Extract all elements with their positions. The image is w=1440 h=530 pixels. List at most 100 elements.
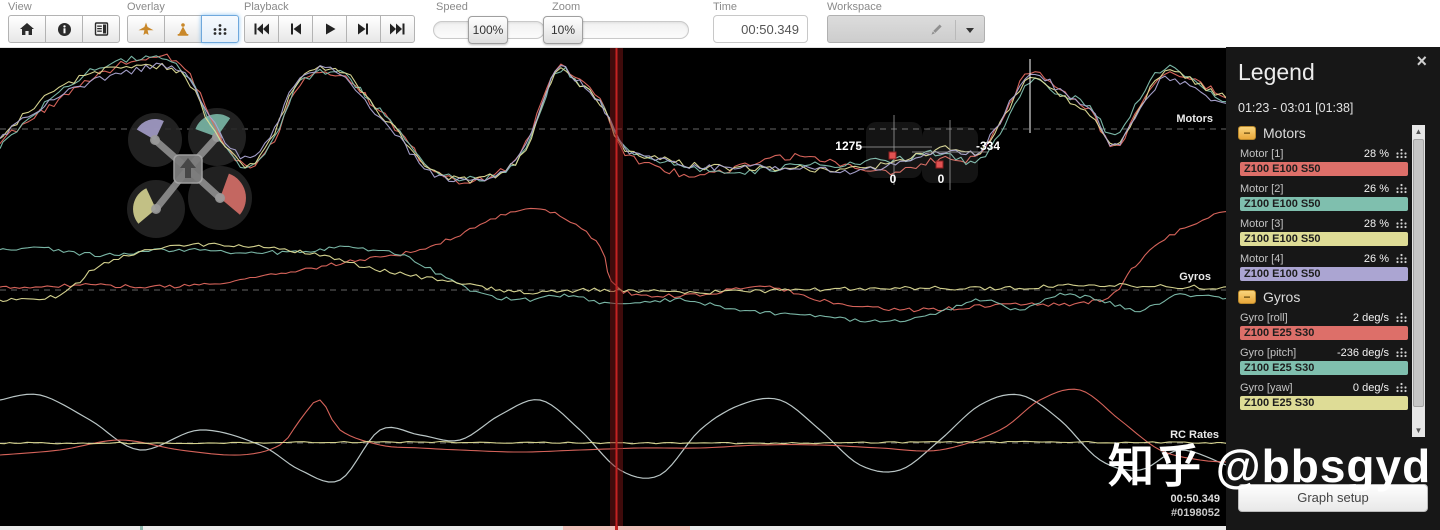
legend-field-row[interactable]: Gyro [roll] 2 deg/s [1240, 310, 1408, 325]
field-name: Gyro [pitch] [1240, 346, 1297, 359]
field-value: -236 deg/s [1337, 346, 1389, 359]
legend-field-row[interactable]: Motor [3] 28 % [1240, 216, 1408, 231]
sticks-mini-icon[interactable] [1395, 382, 1408, 393]
play-button[interactable] [312, 15, 347, 43]
sticks-overlay-button[interactable] [201, 15, 239, 43]
field-settings-badge[interactable]: Z100 E100 S50 [1240, 232, 1408, 246]
overlay-group-label: Overlay [127, 1, 165, 13]
info-icon [57, 22, 71, 36]
field-name: Motor [2] [1240, 182, 1284, 195]
craft-plane-overlay-button[interactable] [127, 15, 165, 43]
sticks-mini-icon[interactable] [1395, 218, 1408, 229]
log-viewer-button[interactable] [82, 15, 120, 43]
workspace-divider [955, 20, 956, 40]
craft-icon [177, 22, 189, 36]
speed-slider-handle[interactable]: 100% [468, 16, 508, 44]
legend-time-range: 01:23 - 03:01 [01:38] [1238, 101, 1354, 115]
cursor-frame-label: #0198052 [1171, 507, 1220, 519]
chevron-down-icon[interactable] [966, 28, 974, 33]
legend-field-row[interactable]: Motor [4] 26 % [1240, 251, 1408, 266]
legend-field-row[interactable]: Gyro [yaw] 0 deg/s [1240, 380, 1408, 395]
field-settings-badge[interactable]: Z100 E100 S50 [1240, 162, 1408, 176]
jump-to-start-button[interactable] [244, 15, 279, 43]
left-stick-h-value: 1275 [835, 139, 862, 153]
field-value: 28 % [1363, 147, 1389, 160]
legend-title: Legend [1238, 59, 1315, 85]
sticks-mini-icon[interactable] [1395, 183, 1408, 194]
legend-field: Motor [1] 28 % Z100 E100 S50 [1240, 146, 1408, 176]
watermark: 知乎 @bbsgyd [1108, 440, 1432, 492]
legend-group-header[interactable]: − Gyros [1238, 289, 1408, 305]
graph-canvas[interactable]: 1275 -334 0 0 Motors Gyros RC Rates 00:50.349 #0… [0, 47, 1226, 530]
log-info-button[interactable] [45, 15, 83, 43]
legend-field: Gyro [roll] 2 deg/s Z100 E25 S30 [1240, 310, 1408, 340]
pencil-icon[interactable] [928, 22, 944, 38]
playback-group-label: Playback [244, 1, 289, 13]
legend-field: Gyro [pitch] -236 deg/s Z100 E25 S30 [1240, 345, 1408, 375]
field-settings-badge[interactable]: Z100 E25 S30 [1240, 361, 1408, 375]
field-name: Gyro [roll] [1240, 311, 1288, 324]
gyros-graph-label: Gyros [1179, 271, 1211, 283]
jump-start-icon [254, 23, 269, 35]
legend-field: Gyro [yaw] 0 deg/s Z100 E25 S30 [1240, 380, 1408, 410]
plane-icon [138, 22, 154, 35]
zoom-slider-handle[interactable]: 10% [543, 16, 583, 44]
legend-group-name: Motors [1263, 125, 1306, 141]
legend-group-name: Gyros [1263, 289, 1301, 305]
sticks-mini-icon[interactable] [1395, 148, 1408, 159]
motors-graph-label: Motors [1176, 113, 1213, 125]
field-settings-badge[interactable]: Z100 E25 S30 [1240, 326, 1408, 340]
legend-field-row[interactable]: Motor [2] 26 % [1240, 181, 1408, 196]
field-value: 28 % [1363, 217, 1389, 230]
field-name: Gyro [yaw] [1240, 381, 1293, 394]
log-viewer-icon [94, 22, 108, 36]
field-settings-badge[interactable]: Z100 E100 S50 [1240, 267, 1408, 281]
graph-svg: 1275 -3340 0MotorsGyrosRC Rates00:50.349#0… [0, 47, 1226, 530]
legend-field-list: − Motors Motor [1] 28 % Z100 E100 S50 Motor [… [1238, 123, 1408, 415]
legend-field: Motor [3] 28 % Z100 E100 S50 [1240, 216, 1408, 246]
step-forward-button[interactable] [346, 15, 381, 43]
view-group-label: View [8, 1, 32, 13]
sticks-overlay: 1275 -334 0 0 [835, 115, 1000, 190]
scroll-up-icon[interactable]: ▲ [1412, 125, 1425, 138]
step-back-button[interactable] [278, 15, 313, 43]
sticks-icon [213, 23, 227, 35]
speed-label: Speed [436, 1, 468, 13]
legend-scrollbar[interactable]: ▲ ▼ [1412, 125, 1425, 437]
legend-group-header[interactable]: − Motors [1238, 125, 1408, 141]
legend-field: Motor [2] 26 % Z100 E100 S50 [1240, 181, 1408, 211]
field-value: 26 % [1363, 182, 1389, 195]
craft-top-overlay-button[interactable] [164, 15, 202, 43]
field-value: 0 deg/s [1352, 381, 1389, 394]
craft-overlay [127, 108, 252, 238]
step-forward-icon [358, 23, 368, 35]
sticks-mini-icon[interactable] [1395, 347, 1408, 358]
left-stick-v-value: 0 [890, 172, 897, 186]
sticks-mini-icon[interactable] [1395, 253, 1408, 264]
play-icon [325, 23, 335, 35]
legend-field: Motor [4] 26 % Z100 E100 S50 [1240, 251, 1408, 281]
field-settings-badge[interactable]: Z100 E100 S50 [1240, 197, 1408, 211]
collapse-icon[interactable]: − [1238, 290, 1256, 304]
scrollbar-thumb[interactable] [1413, 139, 1424, 407]
sticks-mini-icon[interactable] [1395, 312, 1408, 323]
step-back-icon [291, 23, 301, 35]
field-name: Motor [3] [1240, 217, 1284, 230]
field-settings-badge[interactable]: Z100 E25 S30 [1240, 396, 1408, 410]
speed-slider[interactable]: 100% [433, 16, 545, 44]
legend-field-row[interactable]: Motor [1] 28 % [1240, 146, 1408, 161]
jump-end-icon [390, 23, 405, 35]
time-input[interactable] [713, 15, 808, 43]
right-stick-h-value: -334 [976, 139, 1000, 153]
home-button[interactable] [8, 15, 46, 43]
collapse-icon[interactable]: − [1238, 126, 1256, 140]
legend-field-row[interactable]: Gyro [pitch] -236 deg/s [1240, 345, 1408, 360]
jump-to-end-button[interactable] [380, 15, 415, 43]
close-icon[interactable]: × [1416, 52, 1427, 70]
workspace-select[interactable] [827, 15, 985, 43]
zoom-slider[interactable]: 10% [543, 16, 689, 44]
field-value: 2 deg/s [1352, 311, 1389, 324]
right-stick-v-value: 0 [938, 172, 945, 186]
zoom-label: Zoom [552, 1, 581, 13]
field-value: 26 % [1363, 252, 1389, 265]
